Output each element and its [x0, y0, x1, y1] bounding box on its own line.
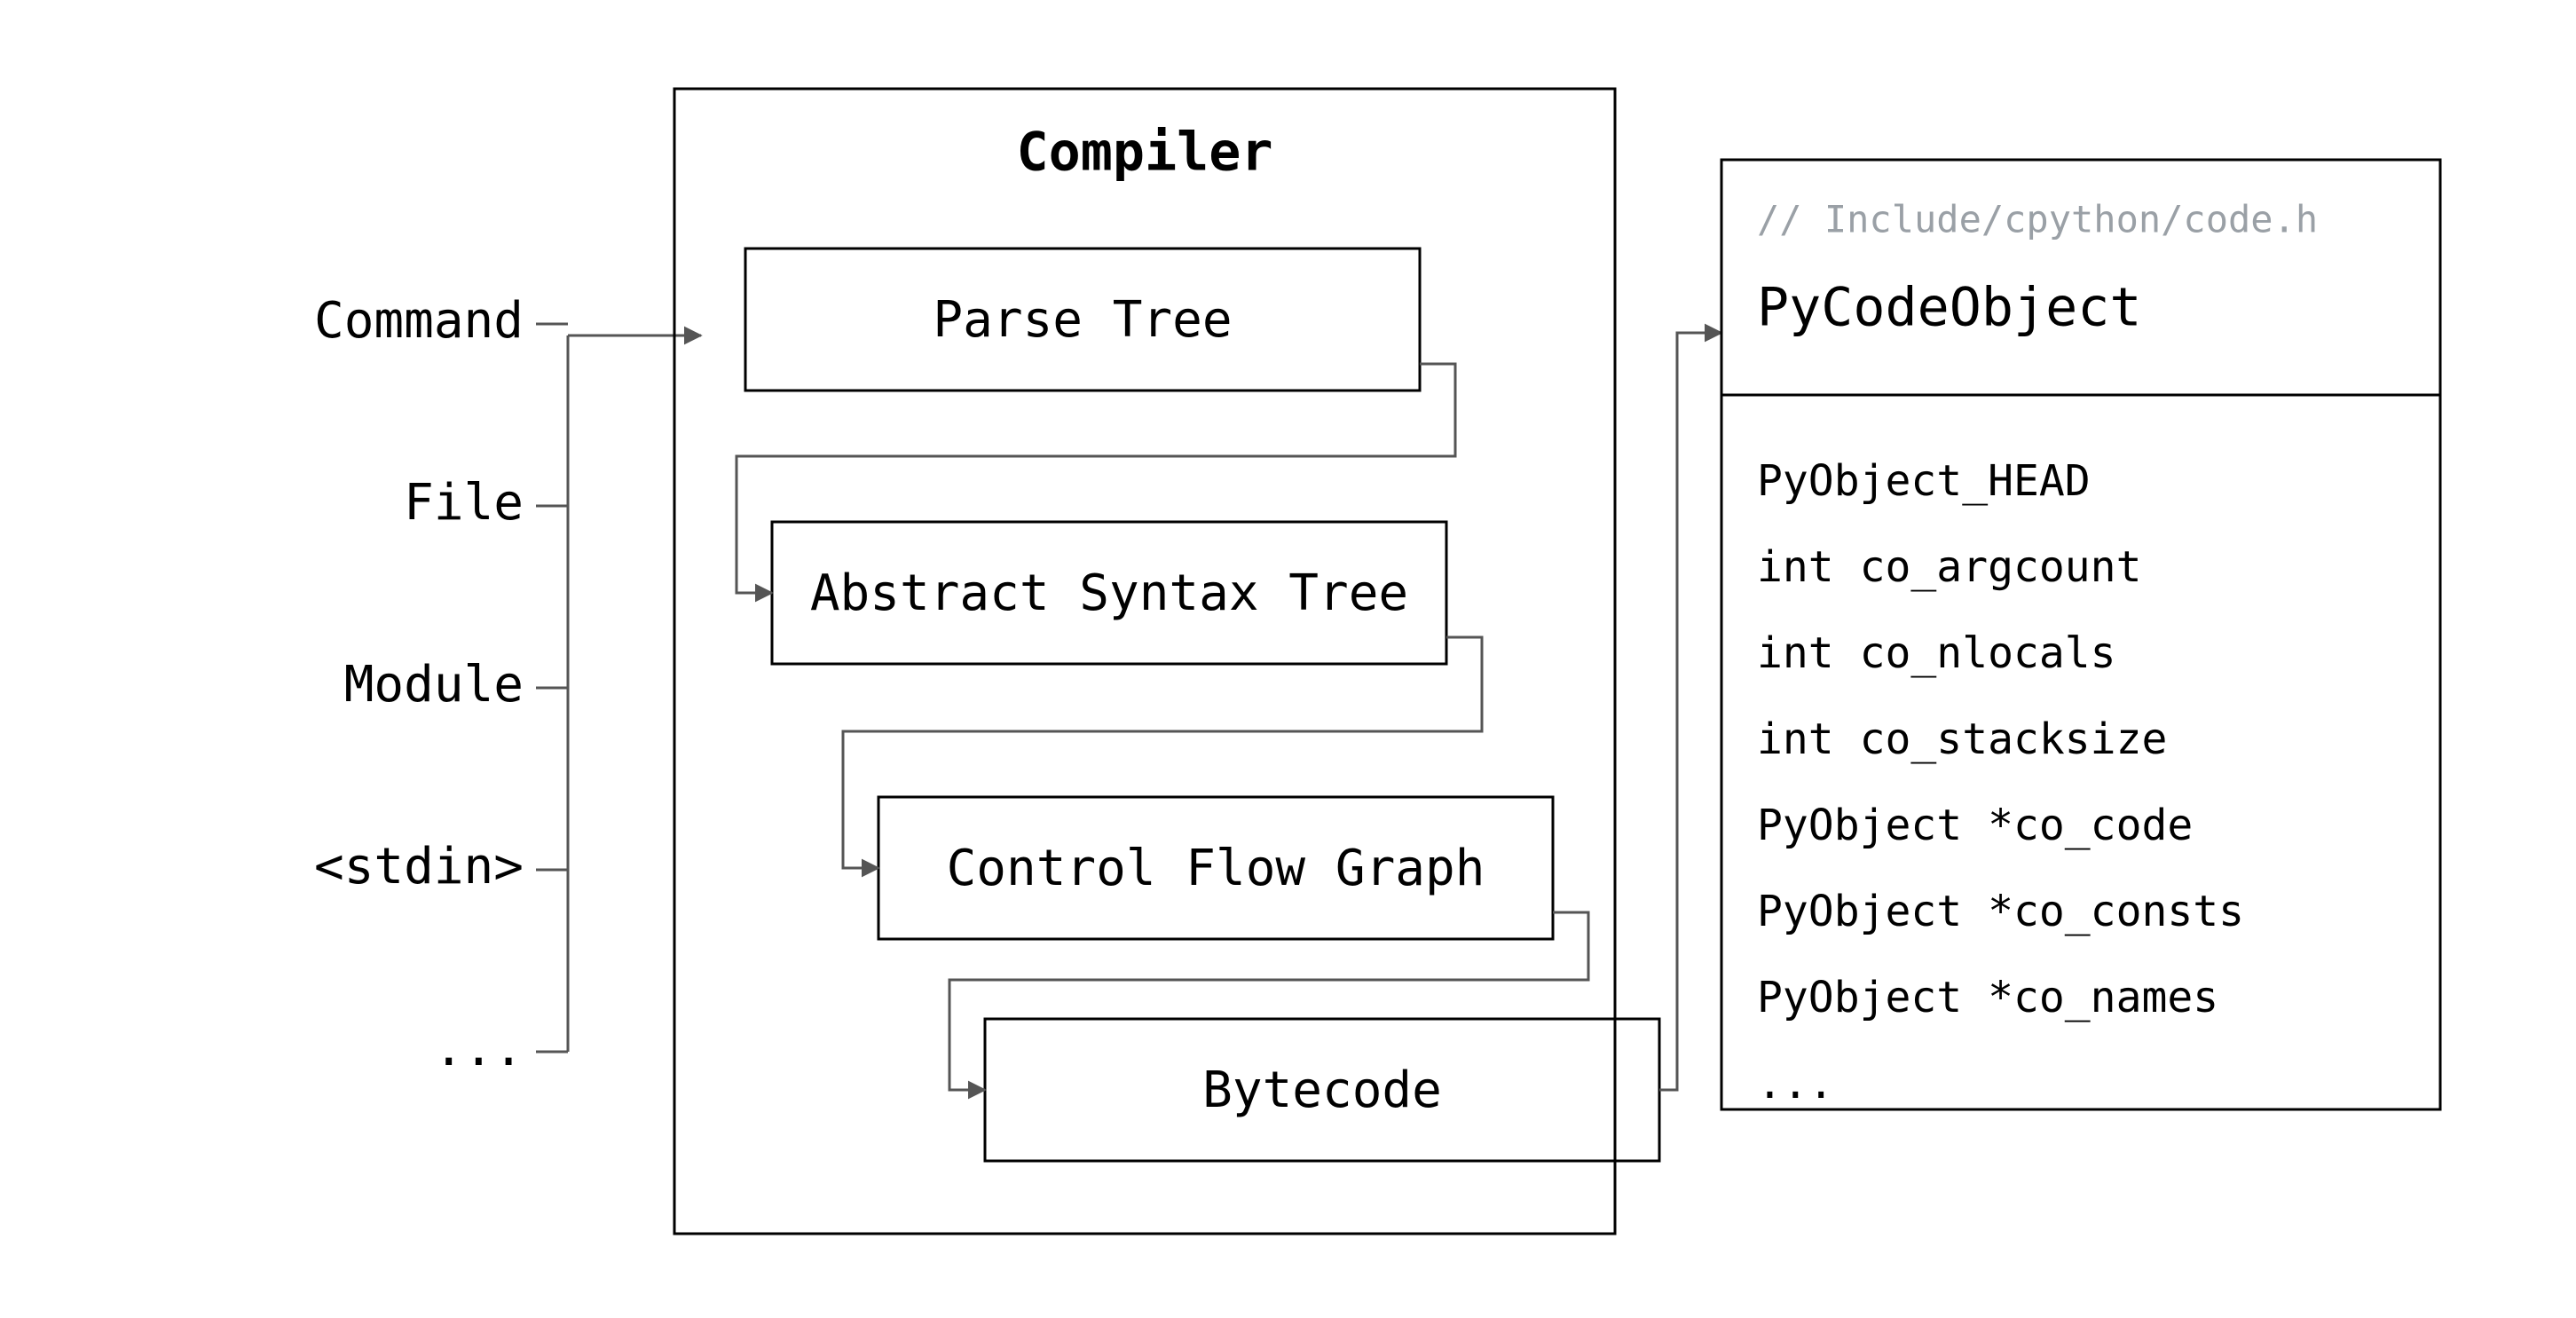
compiler-stage-label: Parse Tree — [933, 291, 1232, 349]
arrow-bytecode-to-output — [1659, 333, 1721, 1090]
output-member: ... — [1757, 1059, 1834, 1109]
compiler-stage-label: Control Flow Graph — [947, 840, 1485, 897]
compiler-stage-label: Bytecode — [1202, 1062, 1442, 1119]
output-comment: // Include/cpython/code.h — [1757, 198, 2318, 241]
stage-connector — [737, 364, 1455, 593]
compiler-title: Compiler — [1017, 122, 1273, 184]
output-member: PyObject *co_names — [1757, 973, 2218, 1022]
output-member: int co_argcount — [1757, 542, 2141, 592]
input-source-label: File — [404, 474, 524, 532]
output-member: PyObject *co_code — [1757, 801, 2193, 850]
input-source-label: <stdin> — [314, 838, 524, 896]
output-member: int co_stacksize — [1757, 714, 2167, 764]
compiler-stage-label: Abstract Syntax Tree — [810, 564, 1408, 622]
compiler-box — [674, 89, 1615, 1234]
input-source-label: ... — [434, 1020, 524, 1077]
stage-connector — [843, 637, 1482, 868]
output-member: int co_nlocals — [1757, 628, 2116, 678]
output-classname: PyCodeObject — [1757, 277, 2141, 339]
input-source-label: Module — [344, 656, 524, 714]
input-source-label: Command — [314, 292, 524, 350]
output-member: PyObject *co_consts — [1757, 887, 2244, 936]
output-member: PyObject_HEAD — [1757, 456, 2091, 506]
